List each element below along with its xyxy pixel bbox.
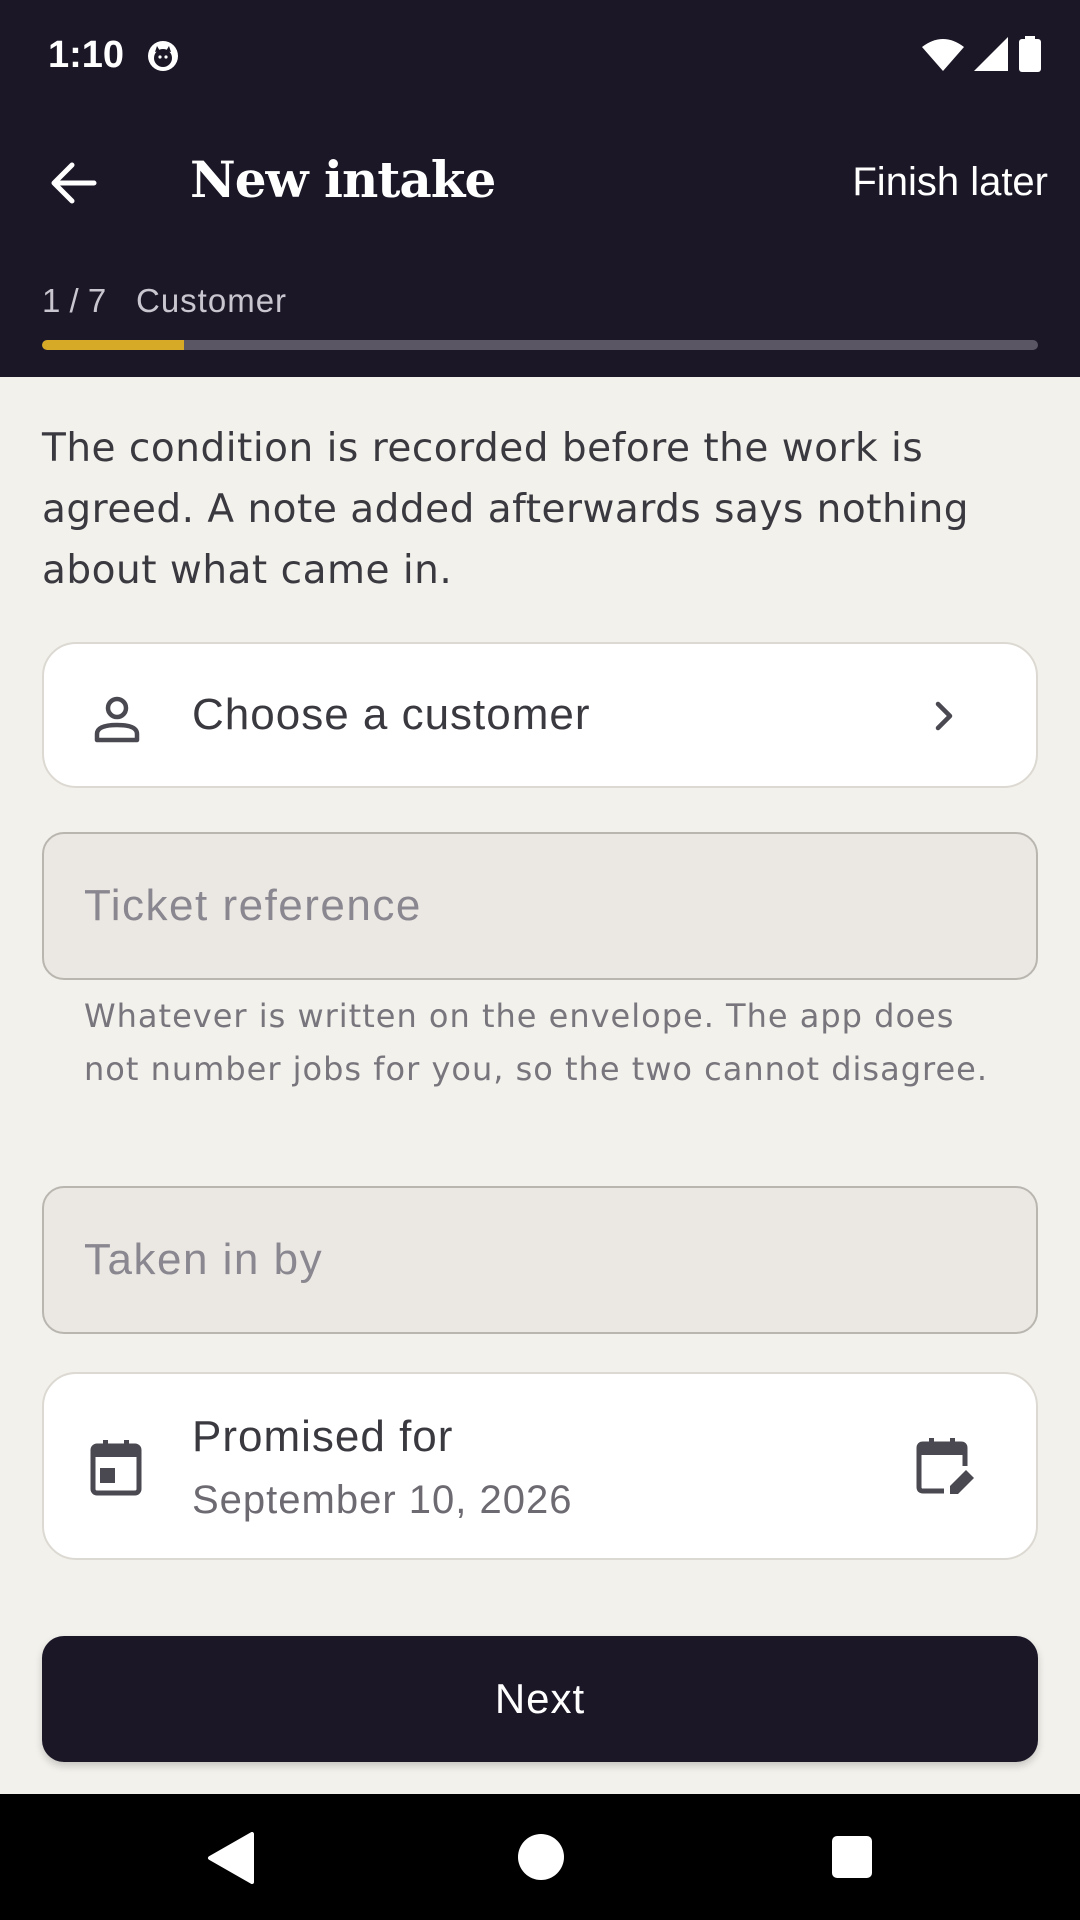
- step-count: 1 / 7: [42, 282, 107, 319]
- signal-icon: [974, 37, 1008, 71]
- status-time: 1:10: [48, 34, 125, 76]
- taken-in-by-field[interactable]: [42, 1186, 1038, 1334]
- next-button[interactable]: Next: [42, 1636, 1038, 1762]
- progress-bar: [42, 340, 1038, 350]
- back-arrow-icon[interactable]: [44, 158, 104, 208]
- promised-date-value: September 10, 2026: [192, 1478, 573, 1522]
- promised-date-picker[interactable]: Promised for September 10, 2026: [42, 1372, 1038, 1560]
- calendar-icon: [90, 1440, 142, 1496]
- nav-recents-icon[interactable]: [832, 1836, 872, 1878]
- system-navigation-bar: [0, 1794, 1080, 1920]
- intro-text: The condition is recorded before the wor…: [42, 426, 970, 593]
- notification-cat-icon: [148, 41, 178, 71]
- finish-later-button[interactable]: Finish later: [852, 160, 1048, 205]
- person-icon: [94, 696, 140, 743]
- taken-in-by-input[interactable]: [44, 1188, 1036, 1332]
- step-name: Customer: [136, 282, 288, 319]
- wifi-icon: [922, 39, 964, 71]
- calendar-edit-icon[interactable]: [916, 1438, 974, 1498]
- ticket-helper-text: Whatever is written on the envelope. The…: [84, 997, 989, 1088]
- promised-for-label: Promised for: [192, 1412, 454, 1461]
- ticket-reference-field[interactable]: [42, 832, 1038, 980]
- app-header: 1:10 New intake Finish later 1 / 7 Custo…: [0, 0, 1080, 377]
- choose-customer-label: Choose a customer: [192, 690, 591, 739]
- progress-fill: [42, 340, 185, 350]
- battery-icon: [1019, 36, 1041, 72]
- page-title: New intake: [190, 150, 496, 209]
- nav-home-icon[interactable]: [518, 1834, 564, 1880]
- ticket-reference-input[interactable]: [44, 834, 1036, 978]
- nav-back-icon[interactable]: [206, 1832, 256, 1884]
- choose-customer-button[interactable]: Choose a customer: [42, 642, 1038, 788]
- chevron-right-icon: [935, 701, 953, 731]
- status-bar: 1:10: [0, 0, 1080, 110]
